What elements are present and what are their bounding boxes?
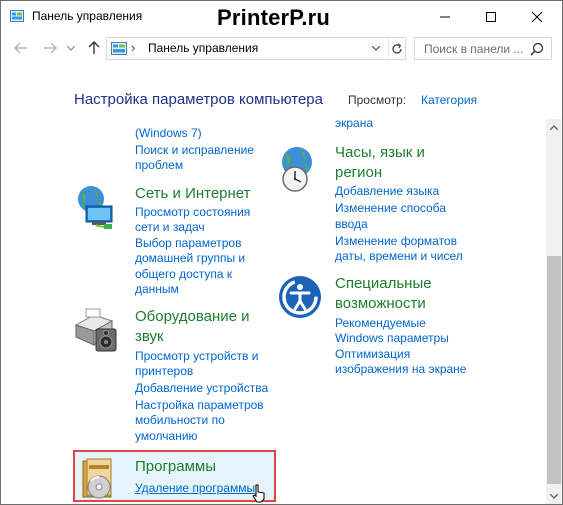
address-bar[interactable]: › Панель управления (106, 37, 406, 60)
watermark: PrinterP.ru (217, 5, 331, 30)
clock-link-5[interactable]: даты, времени и чисел (335, 249, 463, 265)
close-button[interactable] (514, 1, 560, 32)
clock-link-3[interactable]: ввода (335, 217, 368, 233)
breadcrumb-separator: › (131, 40, 136, 55)
view-label: Просмотр: (348, 93, 407, 107)
address-dropdown-button[interactable] (367, 38, 384, 59)
clock-link-4[interactable]: Изменение форматов (335, 234, 457, 250)
clock-link-2[interactable]: Изменение способа (335, 201, 446, 217)
scrollbar-thumb[interactable] (547, 256, 561, 484)
refresh-button[interactable] (388, 38, 405, 59)
mouse-cursor-icon (252, 484, 265, 503)
control-panel-icon (111, 42, 127, 55)
control-panel-window: Панель управления PrinterP.ru › Панель у… (0, 0, 563, 505)
clock-globe-icon[interactable] (277, 144, 323, 194)
hardware-link-5[interactable]: мобильности по (135, 413, 225, 429)
up-button[interactable] (86, 40, 102, 56)
search-icon[interactable] (530, 42, 544, 56)
breadcrumb[interactable]: Панель управления (148, 41, 258, 55)
category-clock-title-line2[interactable]: регион (335, 164, 382, 182)
category-network-title[interactable]: Сеть и Интернет (135, 185, 251, 203)
hardware-link-4[interactable]: Настройка параметров (135, 398, 264, 414)
category-clock-title-line1[interactable]: Часы, язык и (335, 144, 425, 162)
category-hardware-title-line2[interactable]: звук (135, 328, 164, 346)
security-link-2[interactable]: Поиск и исправление (135, 143, 254, 159)
category-ease-title-line2[interactable]: возможности (335, 295, 426, 313)
hardware-link-3[interactable]: Добавление устройства (135, 381, 268, 397)
ease-link-4[interactable]: изображения на экране (335, 362, 466, 378)
ease-link-1[interactable]: Рекомендуемые (335, 316, 426, 332)
up-arrow-icon (88, 41, 100, 54)
vertical-scrollbar[interactable] (546, 119, 562, 504)
network-link-4[interactable]: домашней группы и (135, 251, 245, 267)
maximize-icon (486, 11, 496, 22)
network-link-1[interactable]: Просмотр состояния (135, 205, 250, 221)
title-bar: Панель управления PrinterP.ru (1, 1, 562, 32)
recent-locations-button[interactable] (65, 40, 77, 56)
scroll-down-icon (550, 494, 558, 499)
back-button[interactable] (13, 40, 29, 56)
network-link-6[interactable]: данным (135, 282, 179, 298)
forward-button[interactable] (42, 40, 58, 56)
forward-arrow-icon (44, 42, 57, 54)
printer-speaker-icon[interactable] (72, 307, 122, 353)
control-panel-icon (10, 10, 24, 22)
hardware-link-6[interactable]: умолчанию (135, 429, 198, 445)
maximize-button[interactable] (468, 1, 514, 32)
search-placeholder: Поиск в панели ... (424, 42, 524, 56)
network-link-5[interactable]: общего доступа к (135, 267, 232, 283)
scroll-up-icon (550, 125, 558, 130)
category-programs-title[interactable]: Программы (135, 458, 216, 476)
network-link-3[interactable]: Выбор параметров (135, 236, 241, 252)
scroll-up-button[interactable] (546, 119, 562, 136)
category-list: (Windows 7) Поиск и исправление проблем … (1, 119, 546, 504)
network-globe-icon[interactable] (74, 184, 120, 230)
category-ease-title-line1[interactable]: Специальные (335, 275, 432, 293)
appearance-link-tail[interactable]: экрана (335, 119, 373, 132)
window-title: Панель управления (32, 9, 143, 23)
hardware-link-2[interactable]: принтеров (135, 364, 193, 380)
view-mode-dropdown[interactable]: Категория (421, 93, 477, 107)
programs-disc-icon[interactable] (79, 457, 123, 501)
clock-link-1[interactable]: Добавление языка (335, 184, 439, 200)
ease-link-2[interactable]: Windows параметры (335, 331, 449, 347)
refresh-icon (392, 42, 402, 54)
network-link-2[interactable]: сети и задач (135, 220, 205, 236)
search-input[interactable]: Поиск в панели ... (414, 37, 552, 60)
close-icon (532, 11, 542, 22)
hardware-link-1[interactable]: Просмотр устройств и (135, 349, 258, 365)
dropdown-icon (67, 45, 75, 51)
uninstall-program-link[interactable]: Удаление программы (135, 481, 255, 497)
accessibility-icon[interactable] (277, 274, 323, 320)
ease-link-3[interactable]: Оптимизация (335, 347, 410, 363)
security-link-1[interactable]: (Windows 7) (135, 126, 202, 142)
chevron-down-icon (371, 46, 380, 51)
security-link-3[interactable]: проблем (135, 158, 183, 174)
back-arrow-icon (14, 42, 27, 54)
page-title: Настройка параметров компьютера (74, 91, 323, 108)
minimize-button[interactable] (422, 1, 468, 32)
category-hardware-title-line1[interactable]: Оборудование и (135, 308, 250, 326)
scroll-down-button[interactable] (546, 488, 562, 504)
minimize-icon (440, 16, 450, 17)
